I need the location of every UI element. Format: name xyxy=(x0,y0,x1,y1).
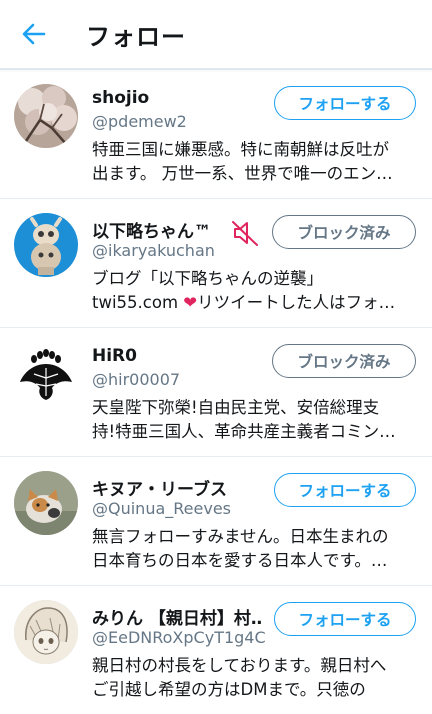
follow-button[interactable]: フォローする xyxy=(274,473,416,507)
user-row[interactable]: shojio @pdemew2 フォローする 特亜三国に嫌悪感。特に南朝鮮は反吐… xyxy=(0,70,432,199)
bio-line: 持!特亜三国人、革命共産主義者コミン… xyxy=(92,422,396,441)
bio-line: twi55.com ❤リツイートした人はフォ… xyxy=(92,291,418,315)
blocked-button[interactable]: ブロック済み xyxy=(272,215,416,249)
user-handle: @pdemew2 xyxy=(92,112,187,131)
user-handle: @EeDNRoXpCyT1g4C xyxy=(92,628,266,647)
blocked-button[interactable]: ブロック済み xyxy=(272,344,416,378)
cherry-blossom-photo-icon xyxy=(14,84,78,148)
user-row[interactable]: キヌア・リーブス @Quinua_Reeves フォローする 無言フォローすみま… xyxy=(0,457,432,586)
back-arrow-icon[interactable] xyxy=(20,20,48,48)
bio-line: ブログ「以下略ちゃんの逆襲」 xyxy=(92,269,323,288)
bio-link[interactable]: twi55.com xyxy=(92,293,183,312)
bio-line: 日本育ちの日本を愛する日本人です。… xyxy=(92,551,388,570)
anime-sketch-icon xyxy=(14,600,78,664)
user-handle: @hir00007 xyxy=(92,370,181,389)
avatar[interactable] xyxy=(14,213,78,277)
avatar[interactable] xyxy=(14,84,78,148)
user-handle: @Quinua_Reeves xyxy=(92,499,231,518)
bio-line: 天皇陛下弥榮!自由民主党、安倍総理支 xyxy=(92,398,380,417)
user-bio: 親日村の村長をしております。親日村へ ご引越し希望の方はDMまで。只徳の xyxy=(92,654,418,702)
follow-button[interactable]: フォローする xyxy=(274,86,416,120)
bio-line: 出ます。 万世一系、世界で唯一のエン… xyxy=(92,164,393,183)
bio-line: ご引越し希望の方はDMまで。只徳の xyxy=(92,680,366,699)
user-row[interactable]: みりん 【親日村】村… @EeDNRoXpCyT1g4C フォローする 親日村の… xyxy=(0,586,432,714)
paulownia-crest-icon xyxy=(14,342,78,406)
following-list: shojio @pdemew2 フォローする 特亜三国に嫌悪感。特に南朝鮮は反吐… xyxy=(0,70,432,714)
user-bio: 天皇陛下弥榮!自由民主党、安倍総理支 持!特亜三国人、革命共産主義者コミン… xyxy=(92,396,418,444)
display-name[interactable]: HiR0 xyxy=(92,346,137,366)
page-title: フォロー xyxy=(86,23,186,51)
muted-speaker-icon xyxy=(232,221,258,246)
bio-line: 特亜三国に嫌悪感。特に南朝鮮は反吐が xyxy=(92,140,389,159)
avatar[interactable] xyxy=(14,471,78,535)
bio-text: リツイートした人はフォ… xyxy=(197,293,396,312)
user-bio: 無言フォローすみません。日本生まれの 日本育ちの日本を愛する日本人です。… xyxy=(92,525,418,573)
display-name[interactable]: みりん 【親日村】村… xyxy=(92,604,262,629)
bio-line: 無言フォローすみません。日本生まれの xyxy=(92,527,389,546)
heart-icon: ❤ xyxy=(183,293,198,312)
user-bio: 特亜三国に嫌悪感。特に南朝鮮は反吐が 出ます。 万世一系、世界で唯一のエン… xyxy=(92,138,418,186)
avatar[interactable] xyxy=(14,342,78,406)
display-name[interactable]: キヌア・リーブス xyxy=(92,475,227,500)
user-row[interactable]: HiR0 @hir00007 ブロック済み 天皇陛下弥榮!自由民主党、安倍総理支… xyxy=(0,328,432,457)
user-handle: @ikaryakuchan xyxy=(92,241,215,260)
app-header: フォロー xyxy=(0,0,432,70)
cat-photo-icon xyxy=(14,471,78,535)
follow-button[interactable]: フォローする xyxy=(274,602,416,636)
bio-line: 親日村の村長をしております。親日村へ xyxy=(92,656,387,675)
display-name[interactable]: 以下略ちゃん™ xyxy=(92,217,211,242)
avatar[interactable] xyxy=(14,600,78,664)
display-name[interactable]: shojio xyxy=(92,88,149,108)
figurine-photo-icon xyxy=(14,213,78,277)
user-row[interactable]: 以下略ちゃん™ @ikaryakuchan ブロック済み ブログ「以下略ちゃんの… xyxy=(0,199,432,328)
user-bio: ブログ「以下略ちゃんの逆襲」 twi55.com ❤リツイートした人はフォ… xyxy=(92,267,418,315)
